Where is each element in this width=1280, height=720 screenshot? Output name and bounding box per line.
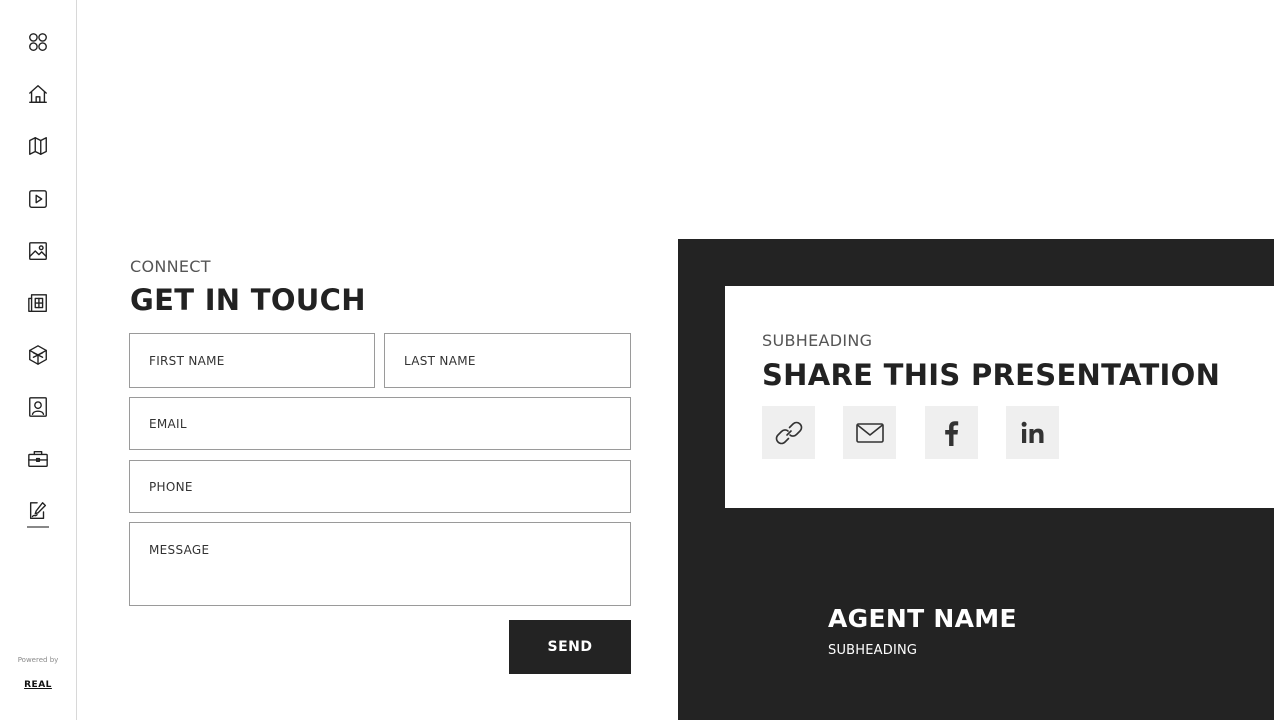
phone-field[interactable]: PHONE: [129, 460, 631, 513]
grid-icon: [29, 33, 47, 51]
contact-eyebrow: CONNECT: [130, 257, 211, 276]
first-name-field[interactable]: FIRST NAME: [129, 333, 375, 388]
sidebar: Powered by REAL: [0, 0, 77, 720]
edit-icon: [29, 502, 47, 520]
share-card: [725, 286, 1274, 508]
link-icon: [775, 421, 802, 444]
sidebar-item-video[interactable]: [17, 178, 59, 220]
brand-logo[interactable]: REAL: [0, 680, 76, 690]
map-icon: [29, 137, 47, 155]
sidebar-item-portfolio[interactable]: [17, 438, 59, 480]
sidebar-item-3d[interactable]: [17, 334, 59, 376]
share-facebook-button[interactable]: [925, 406, 978, 459]
share-title: SHARE THIS PRESENTATION: [762, 358, 1221, 392]
cube-icon: [29, 345, 47, 365]
phone-placeholder: PHONE: [149, 479, 193, 494]
email-placeholder: EMAIL: [149, 416, 187, 431]
share-eyebrow: SUBHEADING: [762, 331, 873, 350]
last-name-placeholder: LAST NAME: [404, 353, 476, 368]
active-indicator: [27, 526, 49, 528]
email-field[interactable]: EMAIL: [129, 397, 631, 450]
sidebar-item-grid[interactable]: [17, 21, 59, 63]
first-name-placeholder: FIRST NAME: [149, 353, 225, 368]
sidebar-item-home[interactable]: [17, 73, 59, 115]
briefcase-icon: [28, 450, 48, 468]
sidebar-item-map[interactable]: [17, 125, 59, 167]
share-link-button[interactable]: [762, 406, 815, 459]
agent-subheading: SUBHEADING: [828, 643, 918, 658]
play-icon: [29, 190, 47, 208]
image-icon: [29, 242, 47, 260]
contact-card-icon: [29, 397, 47, 417]
mail-icon: [855, 422, 884, 443]
linkedin-icon: [1021, 421, 1043, 443]
last-name-field[interactable]: LAST NAME: [384, 333, 631, 388]
powered-by-label: Powered by: [17, 656, 59, 664]
share-email-button[interactable]: [843, 406, 896, 459]
send-button[interactable]: SEND: [509, 620, 631, 674]
contact-title: GET IN TOUCH: [130, 283, 366, 317]
agent-name: AGENT NAME: [828, 604, 1017, 633]
sidebar-item-sign[interactable]: [17, 490, 59, 532]
home-icon: [29, 85, 47, 103]
share-linkedin-button[interactable]: [1006, 406, 1059, 459]
sidebar-item-contact[interactable]: [17, 386, 59, 428]
facebook-icon: [944, 420, 958, 446]
newspaper-icon: [28, 294, 47, 312]
sidebar-item-news[interactable]: [17, 282, 59, 324]
message-placeholder: MESSAGE: [149, 543, 210, 557]
sidebar-item-gallery[interactable]: [17, 230, 59, 272]
message-field[interactable]: MESSAGE: [129, 522, 631, 606]
